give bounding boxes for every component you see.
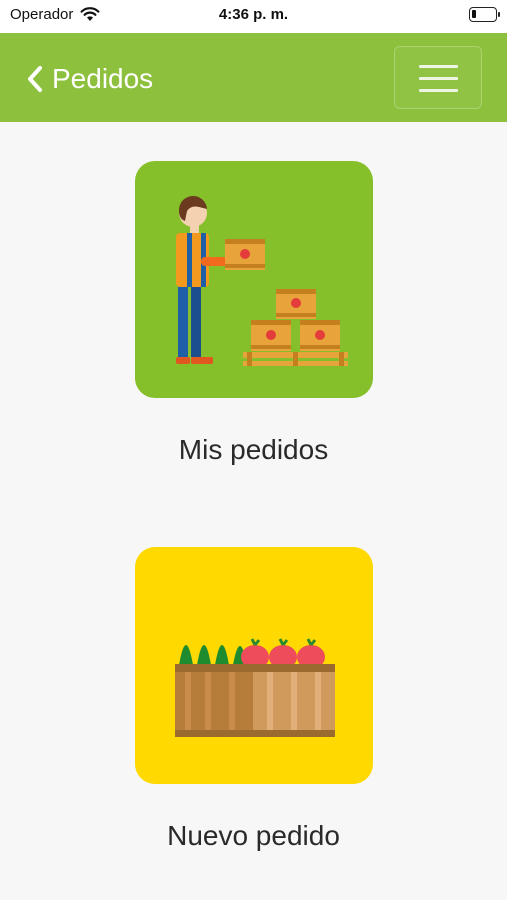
mis-pedidos-label[interactable]: Mis pedidos <box>0 434 507 466</box>
chevron-left-icon <box>28 66 42 92</box>
navigation-bar: Pedidos <box>0 33 507 122</box>
clock: 4:36 p. m. <box>218 6 289 23</box>
produce-crate-illustration <box>135 547 373 784</box>
battery-icon <box>469 7 500 22</box>
back-label: Pedidos <box>52 63 154 94</box>
hamburger-menu-icon <box>419 65 458 68</box>
hamburger-menu-icon-bar <box>419 77 458 80</box>
hamburger-menu-icon-bar <box>419 89 458 92</box>
hamburger-menu-button[interactable] <box>394 46 482 109</box>
worker-with-boxes-illustration <box>135 161 373 398</box>
nuevo-pedido-tile[interactable] <box>135 547 373 784</box>
status-bar: Operador 4:36 p. m. <box>0 0 507 33</box>
nuevo-pedido-label[interactable]: Nuevo pedido <box>0 820 507 852</box>
back-button[interactable]: Pedidos <box>26 59 153 99</box>
mis-pedidos-tile[interactable] <box>135 161 373 398</box>
